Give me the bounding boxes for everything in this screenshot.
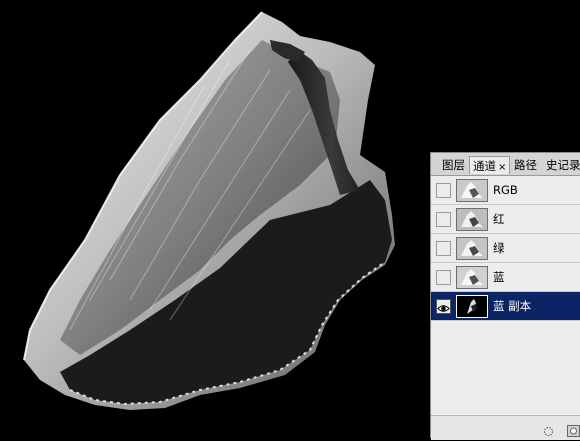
tab-layers[interactable]: 图层	[439, 156, 468, 174]
load-selection-icon[interactable]	[543, 422, 554, 441]
visibility-toggle[interactable]	[436, 212, 451, 227]
channel-row-green[interactable]: 绿	[431, 234, 580, 263]
channel-thumbnail	[456, 237, 488, 260]
channel-thumbnail	[456, 179, 488, 202]
tab-paths-label: 路径	[514, 158, 537, 172]
visibility-toggle[interactable]	[436, 241, 451, 256]
tab-channels-label: 通道	[473, 159, 496, 173]
visibility-toggle[interactable]	[436, 183, 451, 198]
channel-thumbnail	[456, 208, 488, 231]
channel-row-blue[interactable]: 蓝	[431, 263, 580, 292]
visibility-toggle[interactable]	[436, 270, 451, 285]
channel-row-rgb[interactable]: RGB	[431, 176, 580, 205]
panel-bottom-toolbar	[431, 415, 580, 440]
panel-tab-bar: 图层 通道 × 路径 史记录	[431, 153, 580, 176]
visibility-toggle[interactable]	[436, 299, 451, 314]
eye-icon	[437, 305, 450, 312]
tab-close-icon[interactable]: ×	[498, 162, 506, 173]
channels-panel: 图层 通道 × 路径 史记录 RGB 红 绿 蓝 蓝 副本	[430, 152, 580, 440]
channel-thumbnail	[456, 266, 488, 289]
save-selection-icon[interactable]	[567, 422, 580, 441]
tab-paths[interactable]: 路径	[511, 156, 540, 174]
tab-channels[interactable]: 通道 ×	[469, 156, 511, 174]
channel-label: RGB	[493, 183, 518, 197]
channel-label: 蓝	[493, 270, 505, 284]
channel-thumbnail	[456, 295, 488, 318]
channel-row-red[interactable]: 红	[431, 205, 580, 234]
tab-history[interactable]: 史记录	[543, 156, 580, 174]
channel-label: 绿	[493, 241, 505, 255]
channel-label: 蓝 副本	[493, 299, 532, 313]
tab-history-label: 史记录	[546, 158, 580, 172]
channel-label: 红	[493, 212, 505, 226]
tab-layers-label: 图层	[442, 158, 465, 172]
channel-row-blue-copy[interactable]: 蓝 副本	[431, 292, 580, 321]
